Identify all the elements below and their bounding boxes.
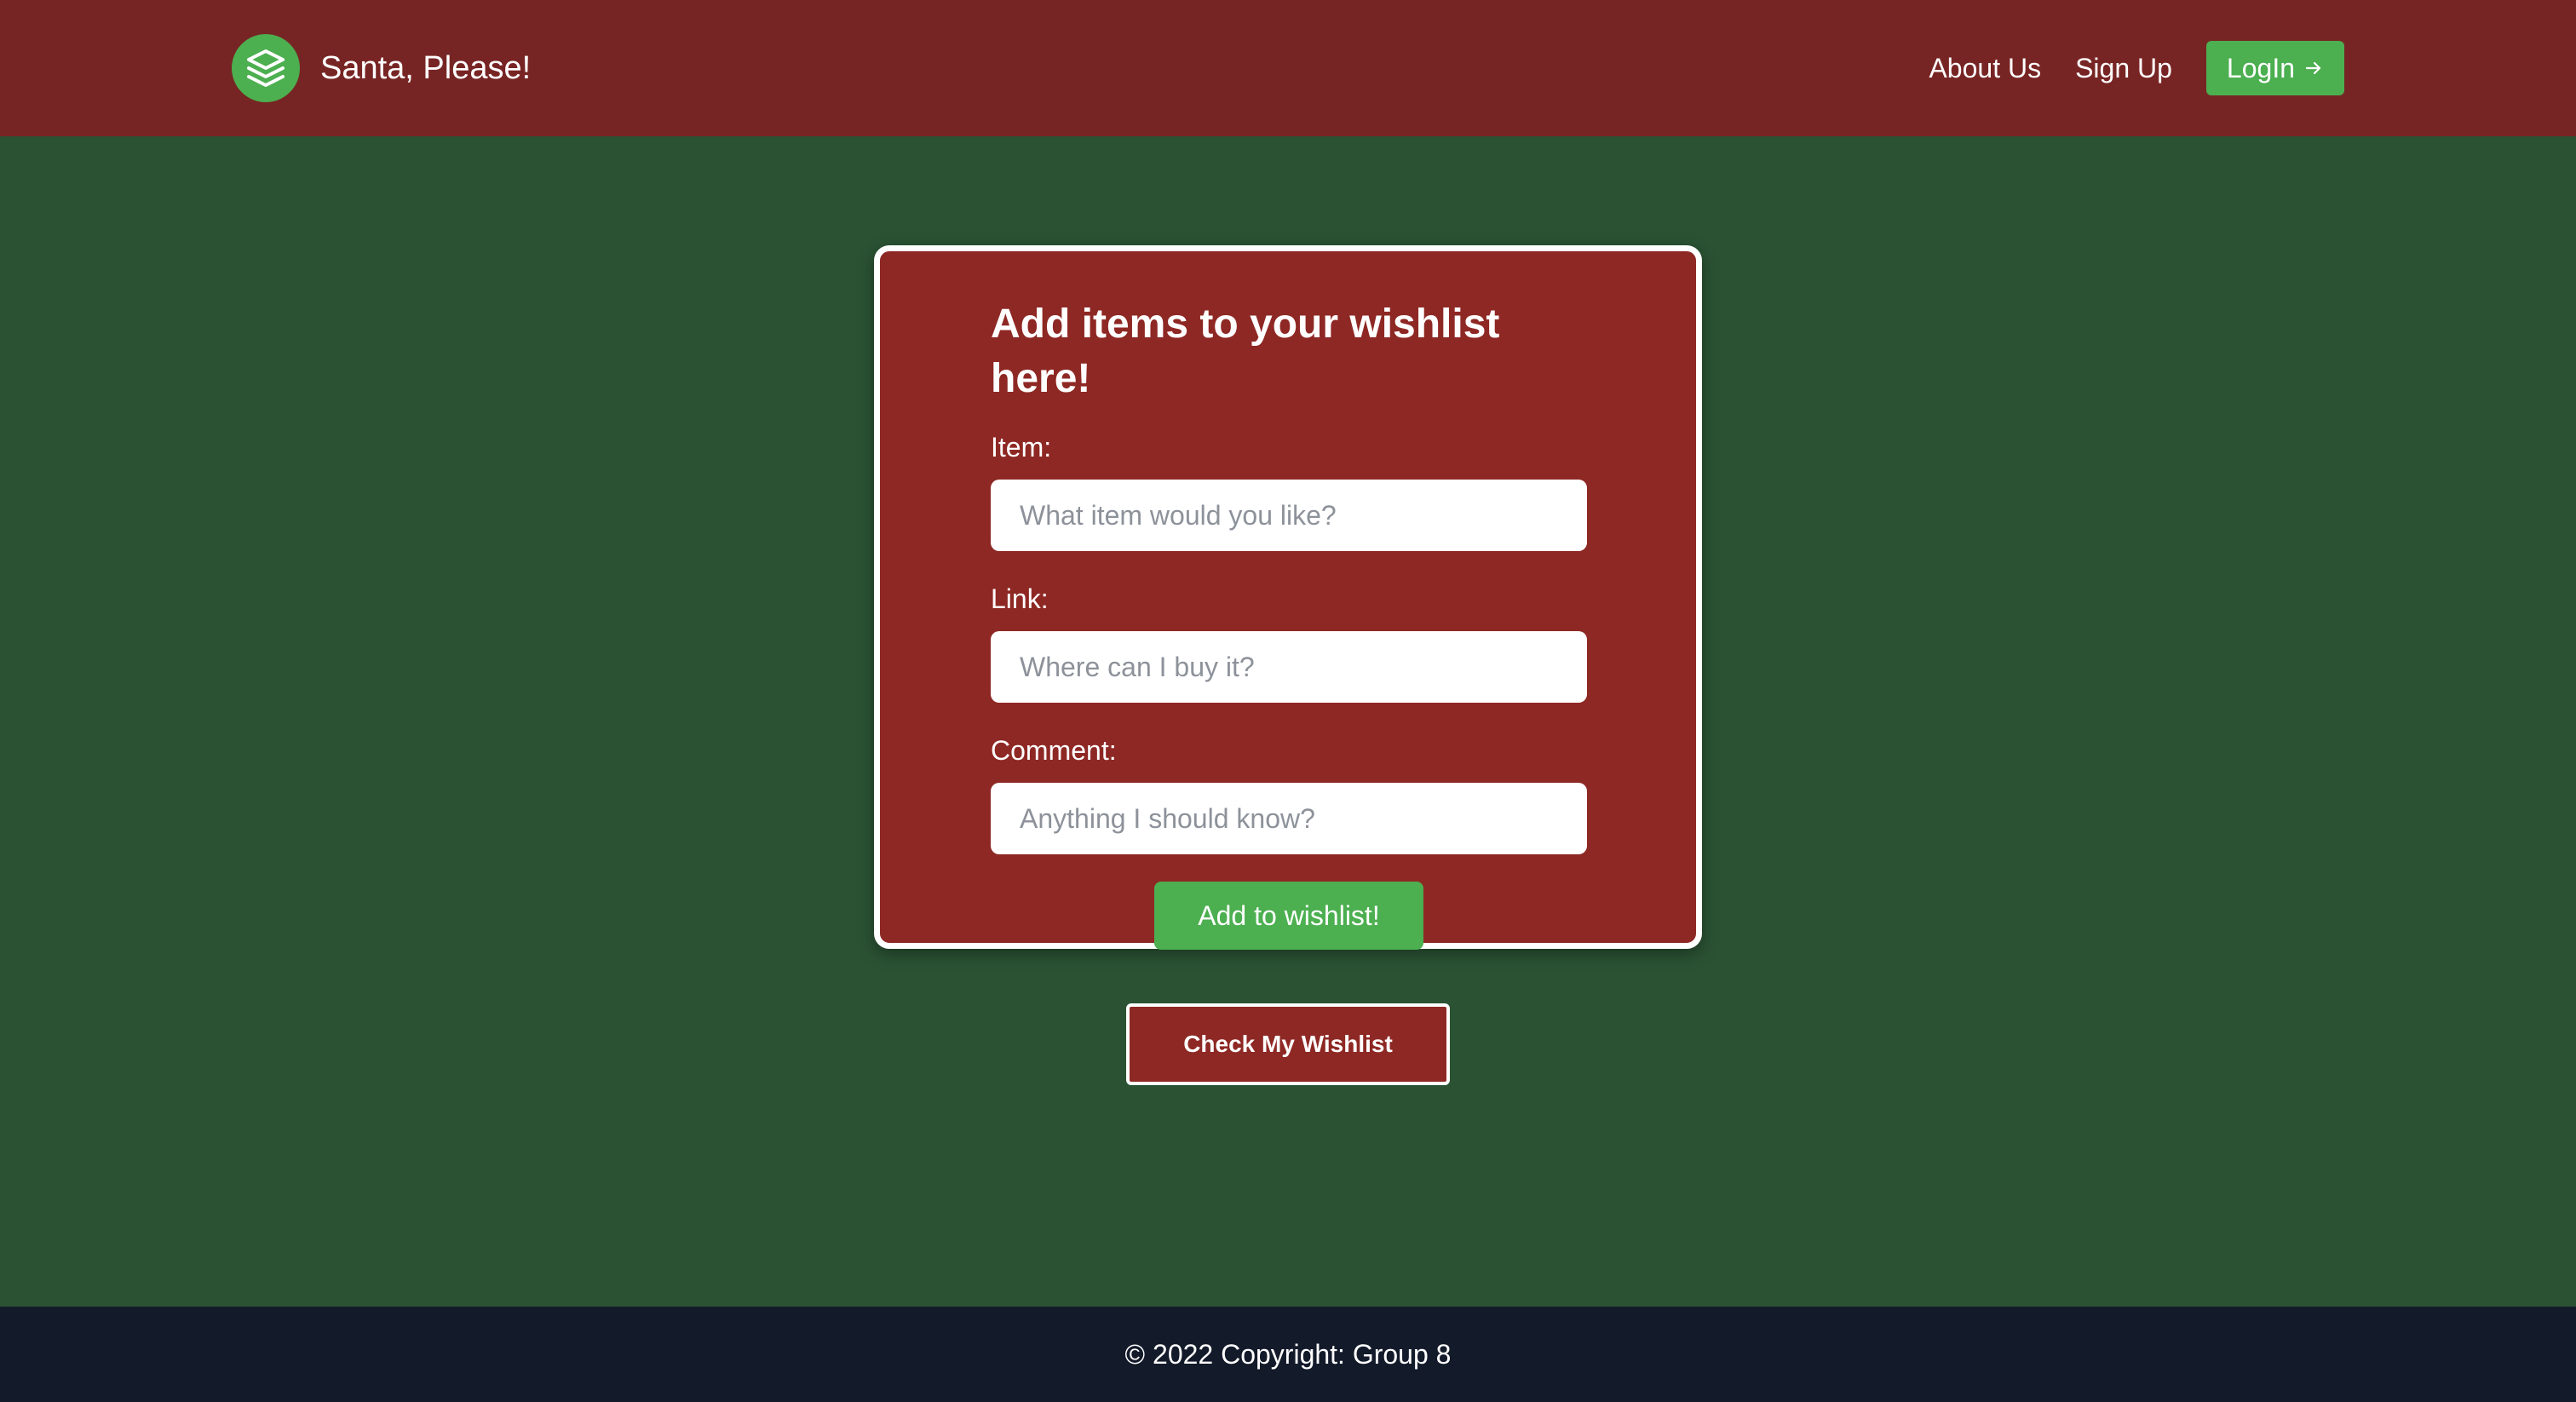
arrow-right-icon — [2305, 61, 2321, 75]
copyright-text: © 2022 Copyright: Group 8 — [1124, 1338, 1452, 1370]
wishlist-card: Add items to your wishlist here! Item: L… — [874, 245, 1702, 950]
item-input[interactable] — [991, 480, 1587, 551]
check-wishlist-button[interactable]: Check My Wishlist — [1126, 1003, 1450, 1085]
nav-sign-up[interactable]: Sign Up — [2075, 53, 2172, 84]
form-title: Add items to your wishlist here! — [991, 302, 1500, 401]
comment-label: Comment: — [991, 735, 1117, 766]
nav-about-us[interactable]: About Us — [1929, 53, 2041, 84]
comment-input[interactable] — [991, 783, 1587, 854]
site-header: Santa, Please! About Us Sign Up LogIn — [0, 0, 2576, 136]
brand-name: Santa, Please! — [320, 49, 532, 86]
brand[interactable]: Santa, Please! — [232, 34, 531, 102]
main-nav: About Us Sign Up LogIn — [1929, 41, 2344, 95]
add-to-wishlist-button[interactable]: Add to wishlist! — [1154, 882, 1423, 950]
link-label: Link: — [991, 583, 1049, 614]
login-label: LogIn — [2226, 52, 2295, 83]
item-label: Item: — [991, 432, 1052, 463]
login-button[interactable]: LogIn — [2205, 41, 2344, 95]
site-footer: © 2022 Copyright: Group 8 — [0, 1307, 2576, 1402]
wishlist-form: Add items to your wishlist here! Item: L… — [991, 297, 1587, 950]
layers-icon — [232, 34, 300, 102]
link-input[interactable] — [991, 631, 1587, 703]
